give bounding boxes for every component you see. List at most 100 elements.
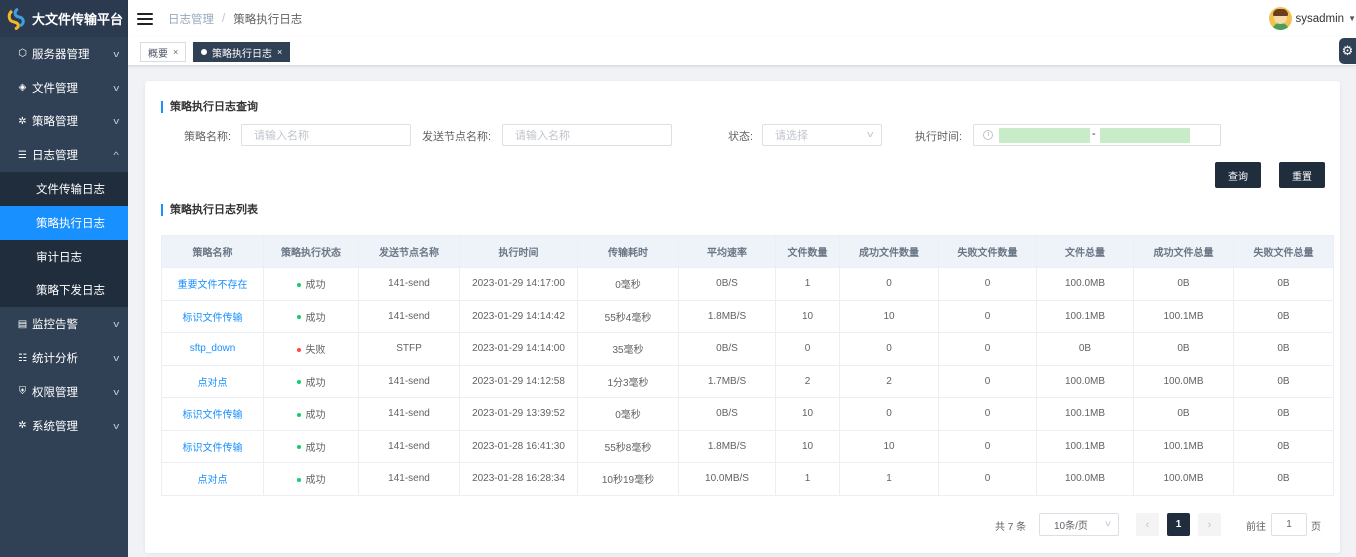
table-cell: 0B: [1233, 267, 1334, 301]
status-dot-icon: [296, 412, 301, 417]
tag-overview[interactable]: 概要 ×: [140, 42, 187, 62]
status-dot-icon: [296, 282, 301, 287]
user-menu[interactable]: sysadmin ▼: [1268, 7, 1356, 30]
sidebar-item[interactable]: ▤ 监控告警 v: [0, 307, 128, 341]
next-page-button[interactable]: ›: [1198, 513, 1221, 536]
status-cell: 成功: [263, 429, 359, 463]
policy-name-link[interactable]: sftp_down: [161, 332, 264, 366]
table-row: 重要文件不存在 成功 141-send 2023-01-29 14:17:00 0毫秒 0…: [161, 267, 1334, 301]
status-select[interactable]: 请选择 v: [762, 124, 882, 146]
table-cell: 0B/S: [678, 267, 776, 301]
tag-label: 策略执行日志: [212, 48, 272, 60]
start-date-field[interactable]: [999, 128, 1090, 143]
sidebar-subitem[interactable]: 策略下发日志: [0, 273, 128, 308]
reset-button[interactable]: 重置: [1279, 162, 1325, 188]
sidebar-item[interactable]: ☷ 统计分析 v: [0, 341, 128, 375]
logo: 大文件传输平台: [0, 0, 128, 37]
status-text: 成功: [305, 442, 326, 454]
policy-name-link[interactable]: 标识文件传输: [161, 429, 264, 463]
caret-down-icon: ▼: [1348, 14, 1356, 23]
status-dot-icon: [296, 445, 301, 450]
table-cell: 0毫秒: [577, 267, 679, 301]
sidebar-item[interactable]: ☰ 日志管理 ^: [0, 138, 128, 172]
sidebar-item-label: 策略管理: [32, 116, 78, 129]
table-cell: 1.8MB/S: [678, 429, 776, 463]
status-text: 成功: [305, 475, 326, 487]
policy-name-link[interactable]: 重要文件不存在: [161, 267, 264, 301]
node-name-input[interactable]: 请输入名称: [502, 124, 672, 146]
table-cell: 1: [775, 267, 840, 301]
table-cell: 0B: [1133, 397, 1234, 431]
goto-page-input[interactable]: 1: [1271, 513, 1307, 536]
sidebar-item[interactable]: ⬡ 服务器管理 v: [0, 37, 128, 71]
sidebar: 大文件传输平台 ⬡ 服务器管理 v ◈ 文件管理 v ✲ 策略管理 v ☰ 日志管理 ^ 文件传输日志策…: [0, 0, 128, 557]
gear-icon: ✲: [18, 420, 27, 432]
table-row: 标识文件传输 成功 141-send 2023-01-28 16:41:30 55秒8毫…: [161, 429, 1334, 463]
layers-icon: ◈: [18, 82, 27, 94]
exec-time-range-picker[interactable]: -: [973, 124, 1221, 146]
table-cell: 0: [839, 267, 939, 301]
column-header: 文件总量: [1036, 235, 1134, 268]
status-text: 成功: [305, 312, 326, 324]
policy-name-link[interactable]: 标识文件传输: [161, 299, 264, 333]
table-cell: 0B: [1233, 364, 1334, 398]
exec-time-label: 执行时间:: [915, 131, 963, 143]
pagination-total: 共 7 条: [995, 522, 1027, 533]
table-cell: 10.0MB/S: [678, 462, 776, 496]
table-cell: 0B: [1233, 397, 1334, 431]
sidebar-item[interactable]: ✲ 策略管理 v: [0, 105, 128, 139]
policy-name-link[interactable]: 标识文件传输: [161, 397, 264, 431]
table-cell: 1.8MB/S: [678, 299, 776, 333]
sidebar-subitem[interactable]: 审计日志: [0, 239, 128, 274]
table-cell: 10: [839, 429, 939, 463]
sidebar-subitem[interactable]: 文件传输日志: [0, 172, 128, 206]
search-button[interactable]: 查询: [1215, 162, 1261, 188]
monitor-icon: ▤: [17, 318, 28, 330]
breadcrumb-item-log-management[interactable]: 日志管理: [168, 11, 214, 27]
username: sysadmin: [1295, 12, 1345, 25]
column-header: 执行时间: [459, 235, 578, 268]
date-separator: -: [1092, 128, 1096, 140]
sidebar-item[interactable]: ✲ 系统管理 v: [0, 409, 128, 443]
page-size-select[interactable]: 10条/页 v: [1039, 513, 1119, 536]
cube-icon: ⬡: [18, 48, 27, 60]
hamburger-icon[interactable]: [137, 12, 153, 25]
end-date-field[interactable]: [1100, 128, 1190, 143]
policy-name-link[interactable]: 点对点: [161, 462, 264, 496]
sidebar-subitem[interactable]: 策略执行日志: [0, 205, 128, 240]
policy-exec-log-table: 策略名称 策略执行状态 发送节点名称 执行时间 传输耗时 平均速率 文件数量 成功文件数量 失败…: [161, 235, 1334, 496]
prev-page-button[interactable]: ‹: [1136, 513, 1159, 536]
policy-name-link[interactable]: 点对点: [161, 364, 264, 398]
table-cell: 100.0MB: [1036, 462, 1134, 496]
sidebar-item[interactable]: ⛨ 权限管理 v: [0, 375, 128, 409]
policy-name-input[interactable]: 请输入名称: [241, 124, 411, 146]
sidebar-item-label: 系统管理: [32, 420, 78, 433]
table-cell: 2023-01-28 16:41:30: [459, 429, 578, 463]
tag-policy-exec-log[interactable]: 策略执行日志 ×: [193, 42, 291, 62]
table-cell: 55秒8毫秒: [577, 429, 679, 463]
page-size-value: 10条/页: [1054, 521, 1088, 532]
sidebar-item[interactable]: ◈ 文件管理 v: [0, 71, 128, 105]
table-cell: 0: [938, 267, 1037, 301]
active-dot-icon: [201, 49, 207, 55]
table-cell: 2023-01-29 14:14:42: [459, 299, 578, 333]
page-number-button[interactable]: 1: [1167, 513, 1190, 536]
chevron-down-icon: v: [112, 386, 119, 397]
table-cell: 0: [938, 397, 1037, 431]
table-row: 点对点 成功 141-send 2023-01-28 16:28:34 10秒19毫秒 1…: [161, 462, 1334, 496]
close-icon[interactable]: ×: [173, 47, 178, 57]
table-cell: STFP: [358, 332, 460, 366]
table-cell: 10: [775, 397, 840, 431]
policy-name-label: 策略名称:: [184, 131, 232, 143]
table-cell: 10: [775, 299, 840, 333]
table-cell: 1.7MB/S: [678, 364, 776, 398]
table-cell: 141-send: [358, 397, 460, 431]
table-cell: 100.0MB: [1133, 462, 1234, 496]
status-dot-icon: [296, 315, 301, 320]
settings-gear-icon[interactable]: ⚙: [1339, 38, 1356, 64]
close-icon[interactable]: ×: [277, 47, 282, 57]
table-cell: 0: [839, 332, 939, 366]
chevron-down-icon: v: [112, 116, 119, 127]
table-cell: 2023-01-29 14:17:00: [459, 267, 578, 301]
table-cell: 100.0MB: [1133, 364, 1234, 398]
